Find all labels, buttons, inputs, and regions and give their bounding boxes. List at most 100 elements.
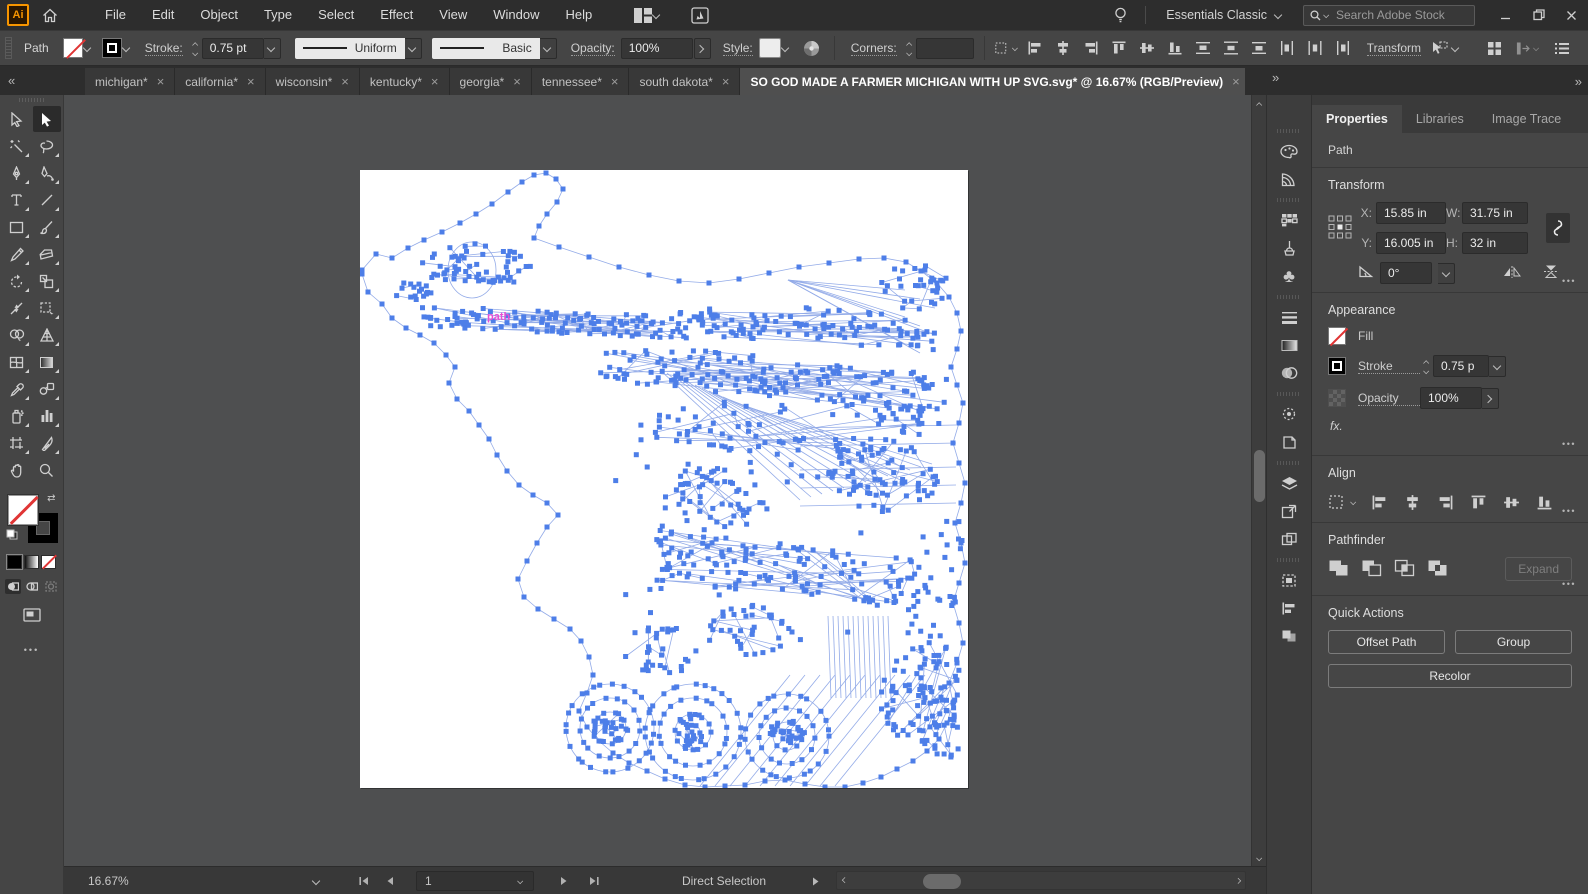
minimize-button[interactable] [1489,0,1522,30]
draw-behind-icon[interactable] [24,579,40,594]
corners-value[interactable] [916,38,974,59]
align-center-vertical-icon[interactable] [1499,490,1523,514]
graphic-styles-panel-icon[interactable] [1271,429,1307,455]
opacity-link[interactable]: Opacity: [571,41,615,56]
artboard-navigation-field[interactable]: 1 [416,867,534,894]
stroke-weight-field[interactable]: 0.75 p [1433,355,1489,377]
align-left-icon[interactable] [1367,490,1391,514]
angle-dropdown[interactable] [1438,263,1455,284]
tab-properties[interactable]: Properties [1312,105,1402,133]
distribute-vertical-center-icon[interactable] [1219,36,1243,60]
canvas[interactable]: path [64,95,1266,866]
align-panel-icon[interactable] [1271,595,1307,621]
align-center-vertical-icon[interactable] [1135,36,1159,60]
gradient-panel-icon[interactable] [1271,332,1307,358]
screen-mode-icon[interactable] [23,608,41,627]
reference-point-locator[interactable] [1328,215,1352,242]
stroke-link[interactable]: Stroke: [145,41,183,56]
color-button[interactable] [7,555,22,569]
align-right-icon[interactable] [1433,490,1457,514]
lightbulb-icon[interactable] [1106,0,1135,30]
stroke-panel-icon[interactable] [1271,304,1307,330]
rectangle-tool[interactable] [3,214,31,240]
draw-inside-icon[interactable] [43,579,59,594]
document-tab[interactable]: georgia*× [450,68,532,95]
none-button[interactable] [41,555,56,569]
scroll-up-icon[interactable] [1252,95,1266,111]
pathfinder-minus-front-icon[interactable] [1361,559,1382,580]
menu-effect[interactable]: Effect [368,0,425,30]
opacity-link[interactable]: Opacity [1358,391,1420,406]
menu-object[interactable]: Object [188,0,250,30]
curvature-tool[interactable] [33,160,61,186]
opacity-value[interactable]: 100% [621,38,693,59]
x-field[interactable]: 15.85 in [1376,202,1446,224]
tab-libraries[interactable]: Libraries [1402,105,1478,133]
align-left-icon[interactable] [1023,36,1047,60]
align-to-selection-icon[interactable] [1328,490,1358,514]
align-to-selection-icon[interactable] [995,36,1019,60]
adobe-stock-search[interactable] [1303,5,1475,26]
zoom-dropdown-icon[interactable] [312,867,321,894]
menu-select[interactable]: Select [306,0,366,30]
document-tab[interactable]: tennessee*× [532,68,630,95]
distribute-horizontal-left-icon[interactable] [1275,36,1299,60]
current-tool-indicator[interactable]: Direct Selection [644,867,804,894]
recolor-artwork-icon[interactable] [800,36,824,60]
rotate-tool[interactable] [3,268,31,294]
close-button[interactable] [1555,0,1588,30]
scale-tool[interactable] [33,268,61,294]
align-bottom-icon[interactable] [1532,490,1556,514]
artboards-panel-icon[interactable] [1271,498,1307,524]
last-artboard-icon[interactable] [588,867,600,894]
width-profile-chevron[interactable] [405,38,422,59]
perspective-grid-tool[interactable] [33,322,61,348]
brush-definition-chevron[interactable] [540,38,557,59]
close-tab-icon[interactable]: × [1232,74,1240,89]
align-center-horizontal-icon[interactable] [1051,36,1075,60]
chevron-down-icon[interactable] [83,44,92,53]
menu-window[interactable]: Window [481,0,551,30]
selection-tool[interactable] [3,106,31,132]
distribute-horizontal-right-icon[interactable] [1331,36,1355,60]
shape-builder-tool[interactable] [3,322,31,348]
close-tab-icon[interactable]: × [157,74,165,89]
corners-stepper[interactable] [905,37,914,59]
zoom-level[interactable]: 16.67% [88,867,129,894]
horizontal-scroll-thumb[interactable] [923,874,961,889]
transform-more-options[interactable]: ••• [1562,276,1576,286]
default-fill-stroke-icon[interactable] [6,527,18,545]
slice-tool[interactable] [33,430,61,456]
options-menu-icon[interactable] [1550,36,1574,60]
appearance-panel-icon[interactable] [1271,401,1307,427]
touch-workspace-icon[interactable] [683,0,717,30]
flip-vertical-icon[interactable] [1543,264,1559,282]
hand-tool[interactable] [3,457,31,483]
fill-color-swatch[interactable] [63,38,83,58]
opacity-field[interactable]: 100% [1420,387,1482,409]
brushes-panel-icon[interactable] [1271,235,1307,261]
arrange-icon[interactable] [1516,36,1540,60]
gradient-tool[interactable] [33,349,61,375]
document-tab[interactable]: wisconsin*× [266,68,360,95]
opacity-expand[interactable] [1482,388,1499,409]
stroke-weight-stepper[interactable] [1422,355,1431,377]
close-tab-icon[interactable]: × [341,74,349,89]
panel-grip[interactable] [5,37,12,59]
close-tab-icon[interactable]: × [722,74,730,89]
pen-tool[interactable] [3,160,31,186]
previous-artboard-icon[interactable] [386,867,394,894]
vertical-scrollbar[interactable] [1251,95,1266,866]
menu-file[interactable]: File [93,0,138,30]
stroke-link[interactable]: Stroke [1358,359,1420,374]
workspace-layout-icon[interactable] [626,0,669,30]
scroll-right-icon[interactable] [1231,872,1245,889]
mesh-tool[interactable] [3,349,31,375]
type-tool[interactable] [3,187,31,213]
transform-link[interactable]: Transform [1367,41,1421,56]
menu-help[interactable]: Help [553,0,604,30]
width-tool[interactable] [3,295,31,321]
status-expand-icon[interactable] [812,867,819,894]
gradient-button[interactable] [24,555,39,569]
pathfinder-more-options[interactable]: ••• [1562,579,1576,589]
